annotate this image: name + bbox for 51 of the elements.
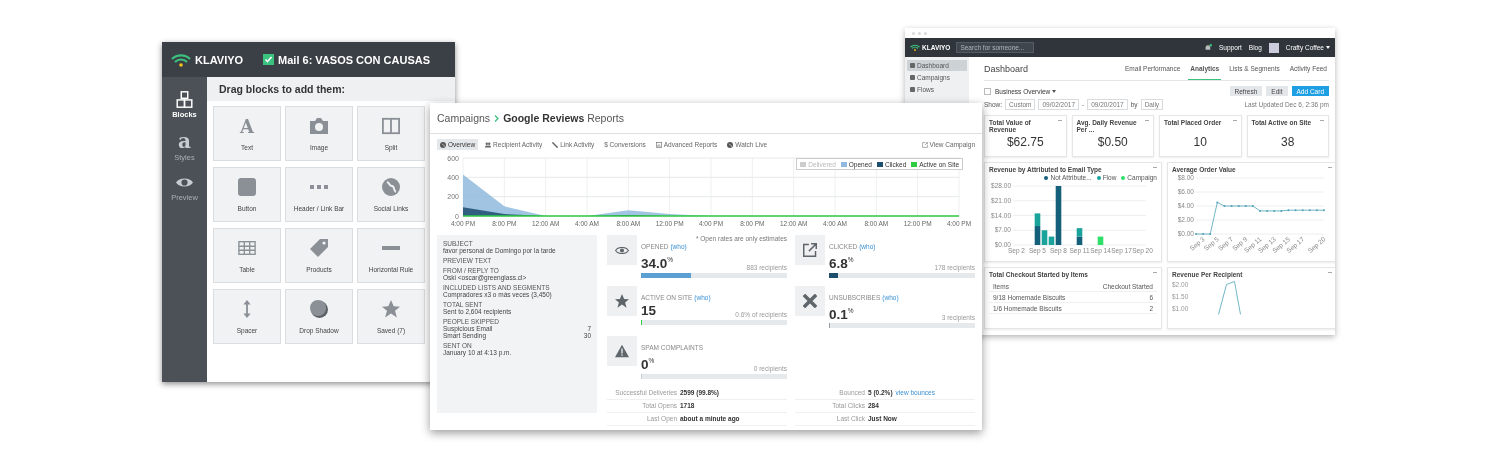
columns-icon [382, 116, 400, 135]
checkbox[interactable] [263, 54, 275, 65]
globe-icon [382, 177, 400, 196]
email-title: Mail 6: VASOS CON CAUSAS [278, 53, 431, 66]
avatar [1268, 42, 1279, 53]
external-link-icon [921, 141, 928, 148]
external-link-icon [803, 243, 817, 257]
window-dot[interactable] [912, 31, 915, 35]
tag-icon [310, 238, 328, 257]
globe-icon [727, 141, 734, 148]
stat-value: 34.0$^{%}$ [641, 254, 674, 271]
chevron-icon [494, 114, 500, 122]
wifi-icon [910, 44, 920, 51]
chart-icon [655, 141, 662, 148]
card-value: $62.75 [1005, 135, 1045, 149]
stat-value: 0$^{%}$ [641, 355, 655, 372]
blocks-heading: Drag blocks to add them: [207, 77, 455, 101]
breadcrumb-link[interactable]: Campaigns [437, 112, 491, 124]
circle-shadow-icon [310, 299, 328, 318]
page-title: Google Reviews Reports [503, 112, 624, 124]
card-value: 10 [1192, 135, 1208, 149]
star-icon [615, 293, 629, 308]
letter-icon: a [178, 131, 191, 151]
star-icon [382, 299, 400, 318]
bell-icon[interactable] [1205, 44, 1212, 51]
people-icon [485, 141, 492, 148]
stat-value: 6.8$^{%}$ [829, 254, 854, 271]
x-icon [803, 293, 817, 308]
globe-icon [440, 141, 446, 148]
line-chart-drawing [1218, 281, 1242, 315]
window-dot[interactable] [918, 31, 921, 35]
grid-icon [984, 87, 991, 95]
camera-icon [310, 116, 328, 135]
caret-icon [1052, 89, 1057, 93]
wifi-icon [171, 52, 191, 67]
warning-icon [615, 344, 629, 358]
stat-value: 15 [641, 303, 657, 318]
page-title: Dashboard [984, 63, 1029, 74]
bar [1097, 236, 1104, 245]
stat-value: 0.1$^{%}$ [829, 305, 854, 321]
window-dot[interactable] [924, 31, 927, 35]
square-icon [238, 177, 256, 196]
blocks-icon [176, 91, 193, 108]
dots-icon [310, 184, 328, 189]
table-icon [238, 238, 256, 257]
eye-icon [615, 246, 629, 254]
logo-text: KLAVIYO [195, 53, 244, 66]
letter-icon: A [238, 116, 256, 135]
card-value: $0.50 [1096, 135, 1129, 149]
card-value: 38 [1280, 135, 1296, 149]
caret-icon [1326, 46, 1330, 49]
